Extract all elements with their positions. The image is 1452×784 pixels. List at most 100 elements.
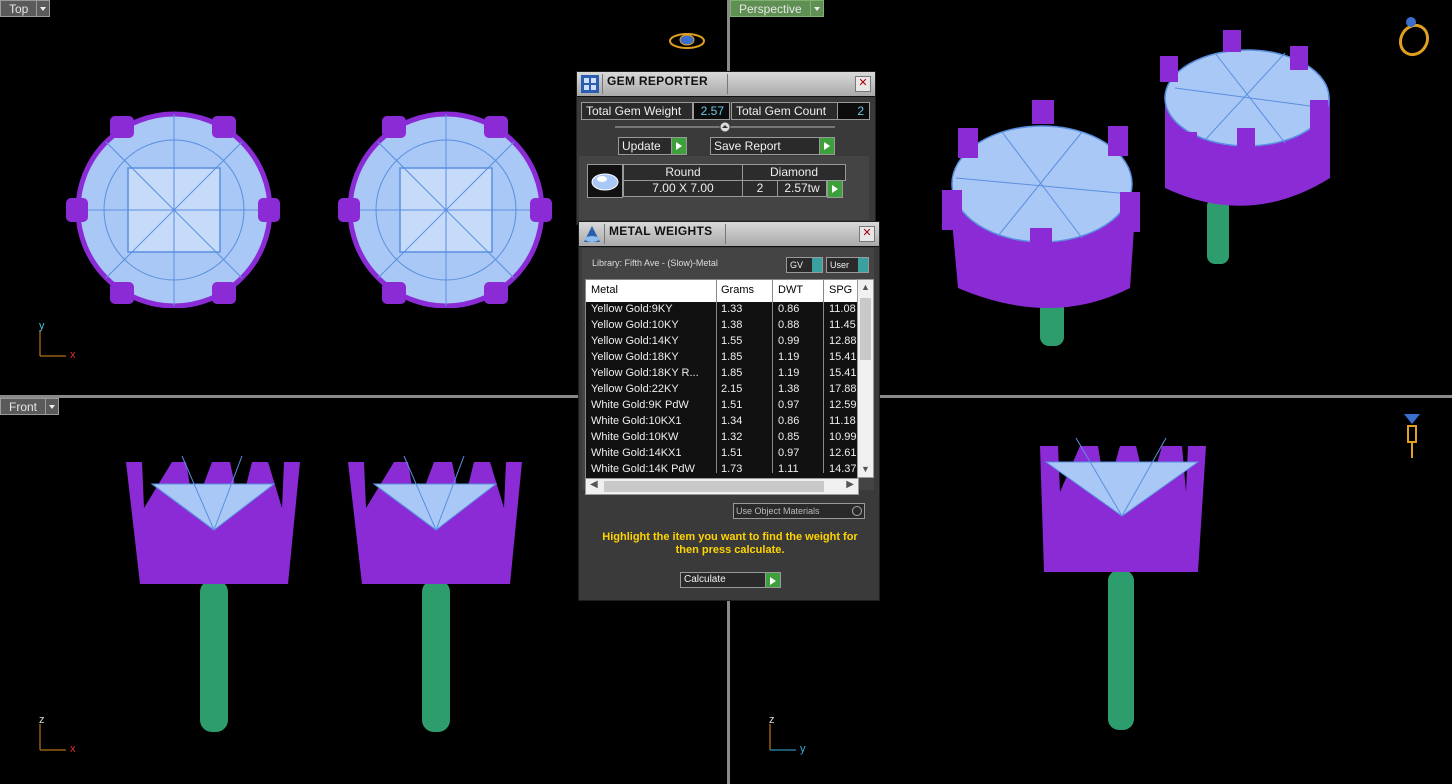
close-icon[interactable]: ✕ bbox=[855, 76, 871, 92]
gem-top-view-left[interactable] bbox=[62, 108, 286, 308]
save-report-button[interactable]: Save Report bbox=[710, 137, 835, 155]
ring-nav-icon[interactable] bbox=[668, 30, 706, 52]
gem-reporter-titlebar[interactable]: GEM REPORTER ✕ bbox=[577, 72, 875, 97]
front-viewport-label[interactable]: Front bbox=[0, 398, 60, 415]
gem-detail-button[interactable] bbox=[827, 180, 843, 198]
use-object-materials-label: Use Object Materials bbox=[736, 506, 820, 516]
metal-weights-titlebar[interactable]: METAL WEIGHTS ✕ bbox=[579, 222, 879, 247]
metal-table-header: Metal Grams DWT SPG bbox=[586, 280, 858, 302]
scroll-up-icon[interactable]: ▲ bbox=[861, 282, 870, 292]
table-cell: 1.32 bbox=[721, 431, 743, 443]
viewport-name: Front bbox=[0, 398, 47, 415]
scroll-right-icon[interactable]: ▶ bbox=[846, 479, 854, 490]
table-row[interactable]: Yellow Gold:14KY 1.55 0.99 12.88 bbox=[586, 334, 858, 351]
table-cell: Yellow Gold:9KY bbox=[591, 303, 673, 315]
table-cell: 0.86 bbox=[778, 415, 800, 427]
table-cell: 17.88 bbox=[829, 383, 857, 395]
metal-table[interactable]: Metal Grams DWT SPG Yellow Gold:9KY 1.33 0… bbox=[585, 279, 859, 493]
table-cell: 0.88 bbox=[778, 319, 800, 331]
chevron-down-icon[interactable] bbox=[810, 0, 824, 17]
column-header-dwt[interactable]: DWT bbox=[778, 284, 803, 296]
gem-reporter-panel: GEM REPORTER ✕ Total Gem Weight 2.57 Tot… bbox=[576, 71, 876, 225]
collapse-handle-icon[interactable] bbox=[719, 121, 731, 133]
gv-toggle-label: GV bbox=[790, 260, 804, 270]
table-row[interactable]: White Gold:10KW 1.32 0.85 10.99 bbox=[586, 430, 858, 447]
table-cell: 1.34 bbox=[721, 415, 743, 427]
table-cell: Yellow Gold:18KY bbox=[591, 351, 679, 363]
column-header-metal[interactable]: Metal bbox=[591, 284, 618, 296]
table-cell: 1.33 bbox=[721, 303, 743, 315]
gem-reporter-title: GEM REPORTER bbox=[607, 74, 708, 88]
table-cell: 1.19 bbox=[778, 367, 800, 379]
metal-table-hscroll[interactable]: ◀ ▶ bbox=[585, 478, 859, 495]
use-object-materials-toggle[interactable]: Use Object Materials bbox=[733, 503, 865, 519]
chevron-down-icon[interactable] bbox=[37, 0, 51, 17]
gem-thumbnail[interactable] bbox=[587, 164, 623, 198]
user-toggle[interactable]: User bbox=[826, 257, 869, 273]
scroll-down-icon[interactable]: ▼ bbox=[861, 464, 870, 474]
radio-icon bbox=[852, 506, 862, 516]
gem-top-view-right[interactable] bbox=[334, 108, 558, 308]
table-cell: 1.38 bbox=[778, 383, 800, 395]
gem-size: 7.00 X 7.00 bbox=[623, 180, 743, 197]
axis-label-z: z bbox=[39, 714, 45, 726]
table-cell: Yellow Gold:14KY bbox=[591, 335, 679, 347]
table-cell: 1.11 bbox=[778, 463, 799, 475]
close-icon[interactable]: ✕ bbox=[859, 226, 875, 242]
table-row[interactable]: Yellow Gold:22KY 2.15 1.38 17.88 bbox=[586, 382, 858, 399]
scroll-thumb[interactable] bbox=[860, 298, 871, 360]
table-cell: 12.61 bbox=[829, 447, 857, 459]
table-row[interactable]: Yellow Gold:18KY 1.85 1.19 15.41 bbox=[586, 350, 858, 367]
table-row[interactable]: Yellow Gold:9KY 1.33 0.86 11.08 bbox=[586, 302, 858, 319]
diamond-icon bbox=[591, 173, 619, 191]
earring-perspective-front[interactable] bbox=[942, 98, 1142, 350]
metal-table-vscroll[interactable]: ▲ ▼ bbox=[857, 279, 874, 478]
table-row[interactable]: Yellow Gold:18KY R... 1.85 1.19 15.41 bbox=[586, 366, 858, 383]
viewport-name: Top bbox=[0, 0, 38, 17]
earring-right-view[interactable] bbox=[1036, 436, 1208, 734]
column-header-grams[interactable]: Grams bbox=[721, 284, 754, 296]
library-label: Library: Fifth Ave - (Slow)-Metal bbox=[592, 258, 718, 268]
earring-front-left[interactable] bbox=[122, 456, 304, 738]
gem-material: Diamond bbox=[742, 164, 846, 181]
table-cell: 0.85 bbox=[778, 431, 800, 443]
table-row[interactable]: White Gold:14KX1 1.51 0.97 12.61 bbox=[586, 446, 858, 463]
table-cell: White Gold:9K PdW bbox=[591, 399, 689, 411]
scroll-left-icon[interactable]: ◀ bbox=[590, 479, 598, 490]
calculate-button-label: Calculate bbox=[684, 574, 726, 585]
gem-reporter-icon bbox=[581, 75, 599, 93]
update-button[interactable]: Update bbox=[618, 137, 687, 155]
table-cell: 12.59 bbox=[829, 399, 857, 411]
table-cell: White Gold:10KX1 bbox=[591, 415, 682, 427]
table-row[interactable]: White Gold:10KX1 1.34 0.86 11.18 bbox=[586, 414, 858, 431]
play-icon bbox=[671, 138, 686, 154]
gv-toggle[interactable]: GV bbox=[786, 257, 823, 273]
table-cell: Yellow Gold:18KY R... bbox=[591, 367, 699, 379]
total-gem-count-value[interactable]: 2 bbox=[837, 102, 870, 120]
total-gem-weight-value[interactable]: 2.57 bbox=[693, 102, 730, 120]
calculate-button[interactable]: Calculate bbox=[680, 572, 781, 588]
table-row[interactable]: White Gold:14K PdW 1.73 1.11 14.37 bbox=[586, 462, 858, 479]
table-cell: 14.37 bbox=[829, 463, 857, 475]
perspective-viewport-label[interactable]: Perspective bbox=[730, 0, 824, 17]
top-viewport-label[interactable]: Top bbox=[0, 0, 51, 17]
earring-front-right[interactable] bbox=[344, 456, 526, 738]
play-icon bbox=[819, 138, 834, 154]
table-cell: 1.19 bbox=[778, 351, 800, 363]
axis-indicator: z x bbox=[36, 714, 80, 756]
axis-label-x: x bbox=[70, 743, 76, 755]
column-header-spg[interactable]: SPG bbox=[829, 284, 852, 296]
table-cell: Yellow Gold:10KY bbox=[591, 319, 679, 331]
table-cell: 15.41 bbox=[829, 351, 857, 363]
scroll-thumb[interactable] bbox=[604, 481, 824, 492]
ring-nav-icon[interactable] bbox=[1394, 14, 1434, 58]
gem-count: 2 bbox=[742, 180, 778, 197]
table-cell: Yellow Gold:22KY bbox=[591, 383, 679, 395]
table-row[interactable]: Yellow Gold:10KY 1.38 0.88 11.45 bbox=[586, 318, 858, 335]
earring-nav-icon[interactable] bbox=[1400, 408, 1424, 460]
table-cell: 0.99 bbox=[778, 335, 800, 347]
viewport-name: Perspective bbox=[730, 0, 811, 17]
earring-perspective-back[interactable] bbox=[1155, 28, 1345, 268]
chevron-down-icon[interactable] bbox=[46, 398, 60, 415]
table-row[interactable]: White Gold:9K PdW 1.51 0.97 12.59 bbox=[586, 398, 858, 415]
